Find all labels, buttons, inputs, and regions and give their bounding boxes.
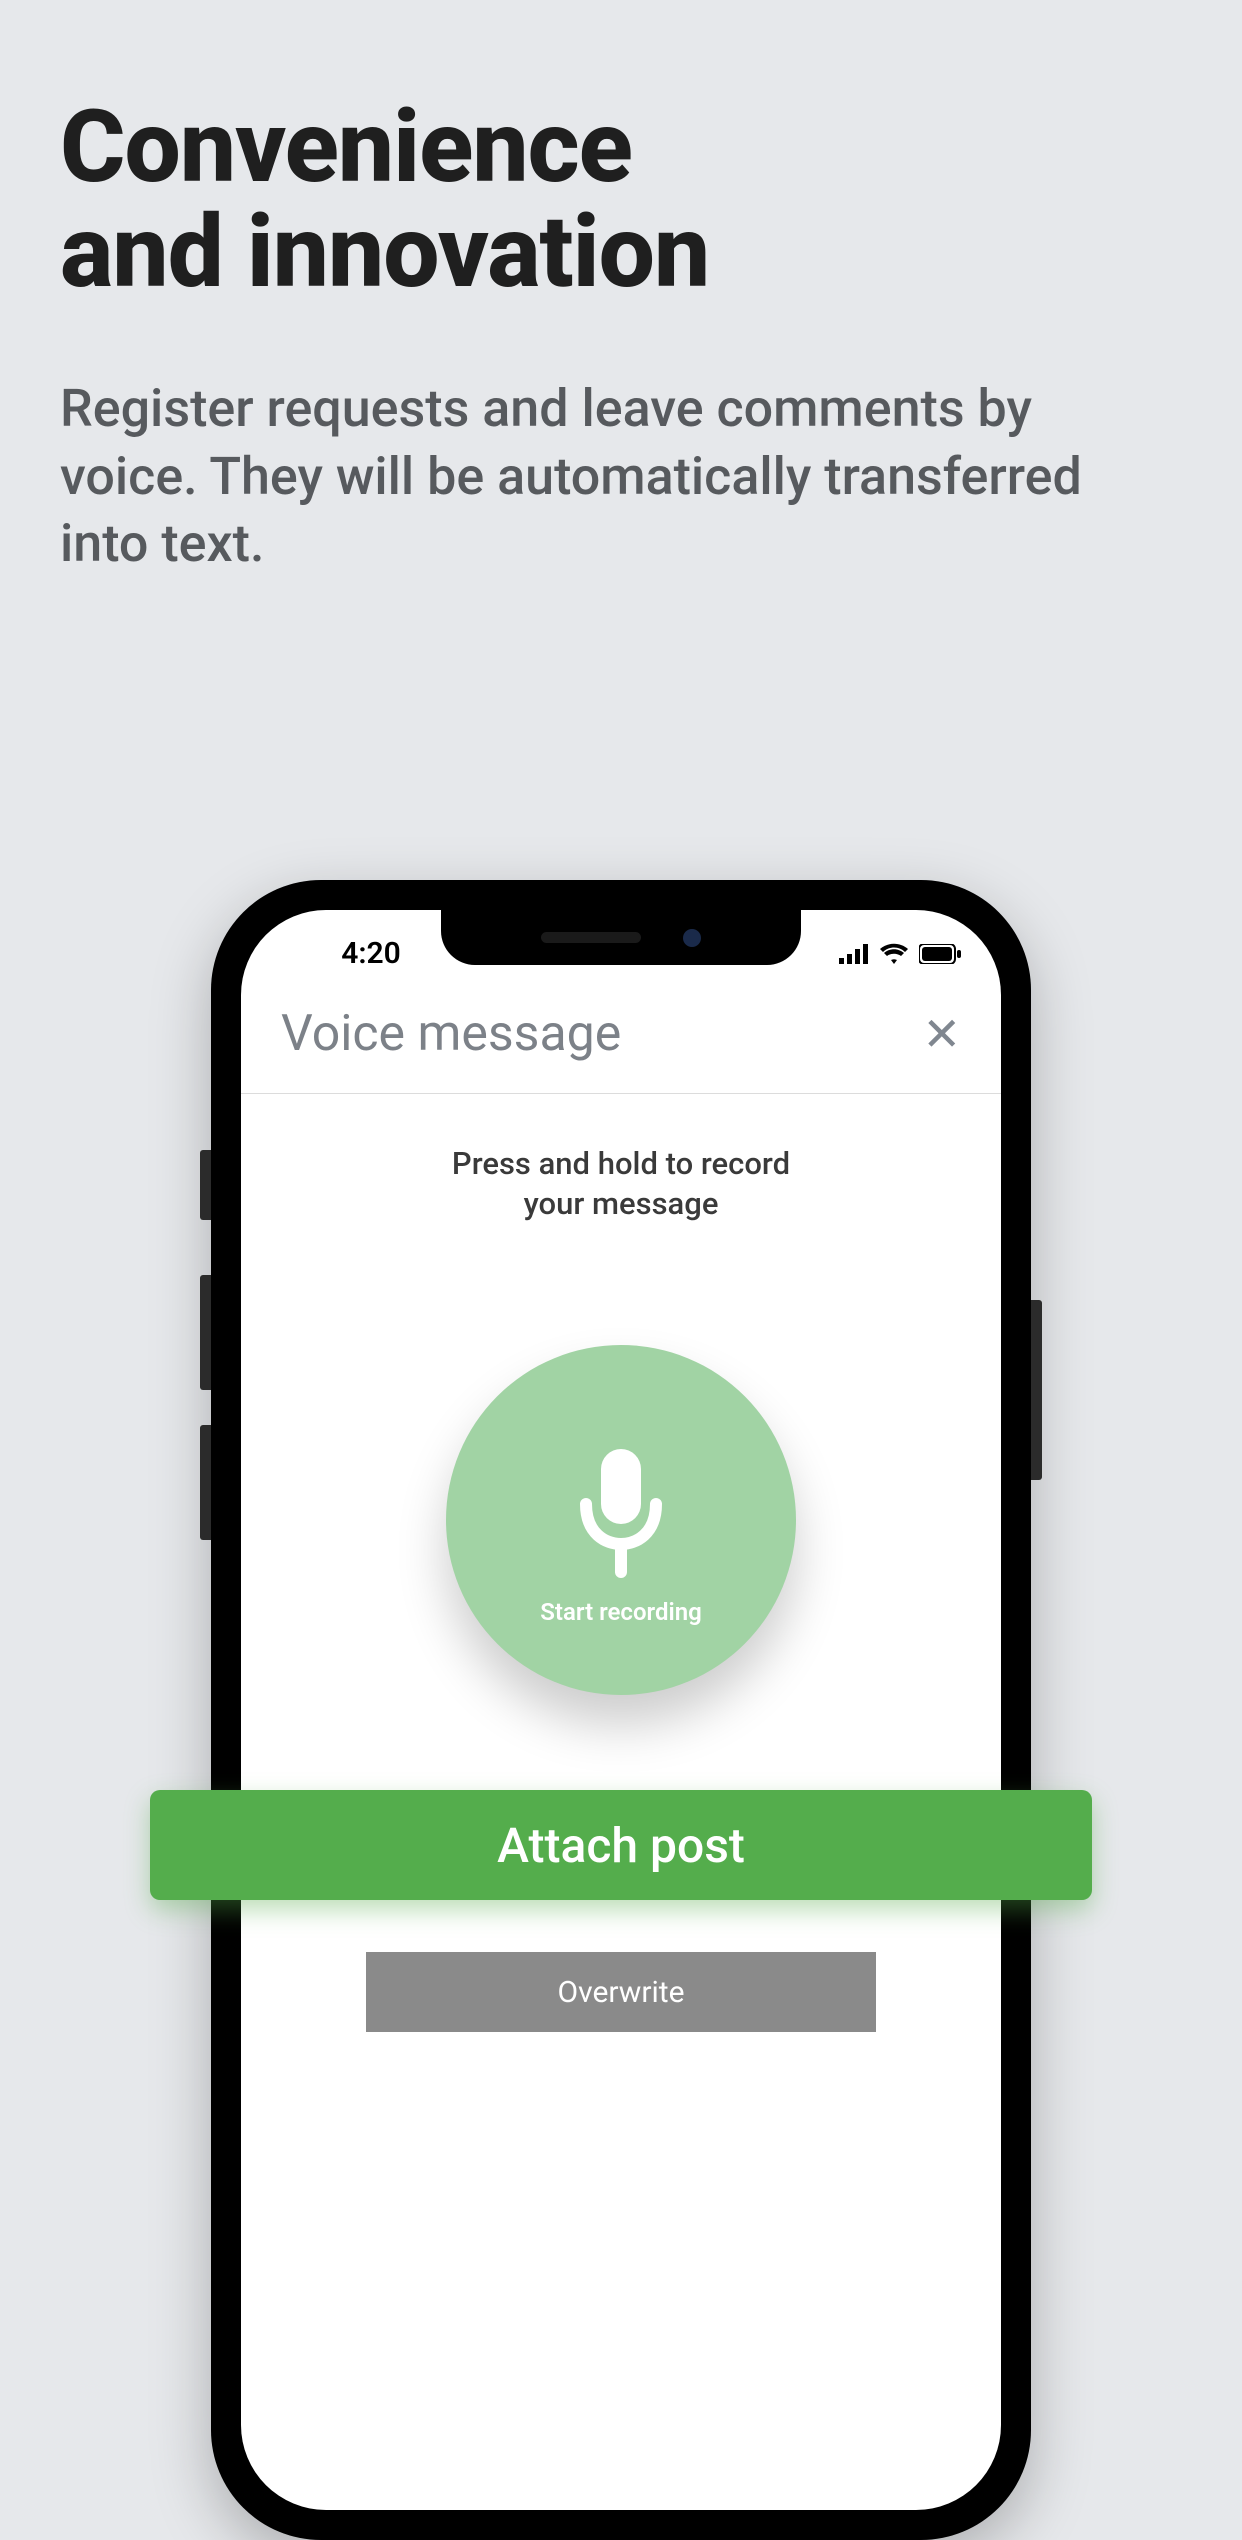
volume-up-button [200,1275,211,1390]
screen-header: Voice message ✕ [241,985,1001,1094]
overwrite-label: Overwrite [557,1975,684,2010]
hero-subtitle: Register requests and leave comments by … [60,375,1182,578]
mute-switch [200,1150,211,1220]
record-label: Start recording [540,1598,702,1626]
status-time: 4:20 [281,936,461,971]
volume-down-button [200,1425,211,1540]
battery-icon [919,944,961,964]
instruction-line2: your message [524,1185,719,1222]
attach-post-label: Attach post [497,1817,745,1874]
phone-frame: 4:20 Voice message ✕ [211,880,1031,2540]
close-icon[interactable]: ✕ [922,1007,961,1062]
overwrite-button[interactable]: Overwrite [366,1952,876,2032]
phone-notch [441,910,801,965]
screen-title: Voice message [281,1005,621,1063]
microphone-icon [561,1414,681,1588]
cellular-signal-icon [839,944,869,964]
record-instruction: Press and hold to record your message [452,1144,790,1225]
record-button[interactable]: Start recording [446,1345,796,1695]
front-camera [683,929,701,947]
instruction-line1: Press and hold to record [452,1145,790,1182]
hero-title: Convenience and innovation [60,95,1182,305]
hero-title-line2: and innovation [60,194,709,311]
power-button [1031,1300,1042,1480]
hero-title-line1: Convenience [60,89,632,206]
speaker-grille [541,932,641,943]
attach-post-button[interactable]: Attach post [150,1790,1092,1900]
wifi-icon [879,943,909,965]
